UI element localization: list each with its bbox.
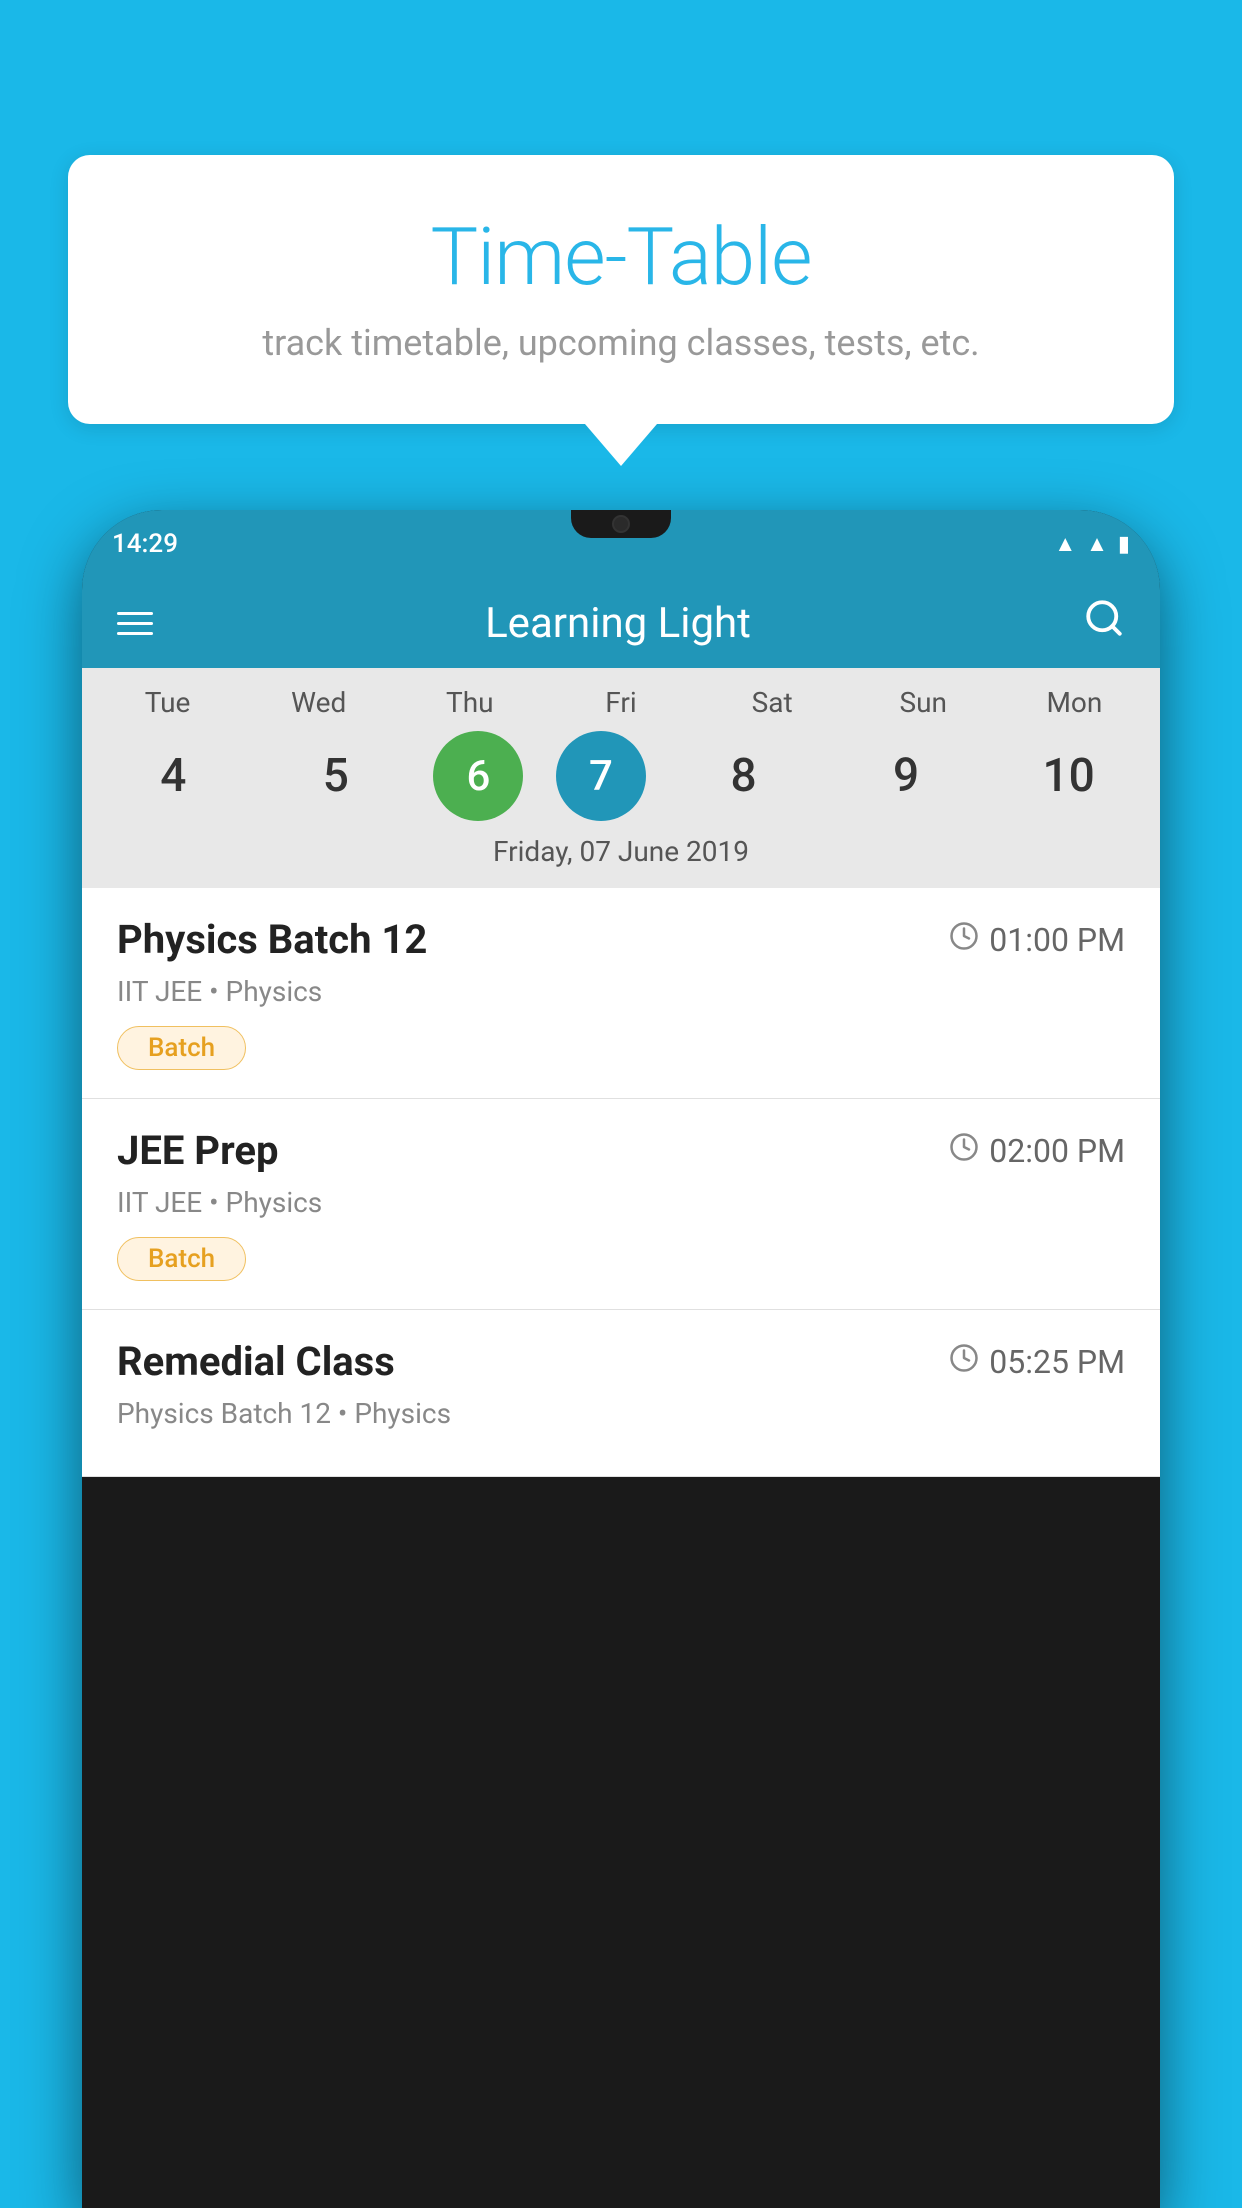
calendar-strip: Tue Wed Thu Fri Sat Sun Mon 4 5 6 7 8 9 … [82, 668, 1160, 888]
day-header-thu: Thu [405, 686, 535, 719]
batch-badge: Batch [117, 1026, 246, 1070]
selected-date-label: Friday, 07 June 2019 [82, 821, 1160, 876]
phone-frame: 14:29 Learning Light Tue Wed Thu [82, 510, 1160, 2208]
day-10[interactable]: 10 [1004, 731, 1134, 821]
speech-bubble-wrapper: Time-Table track timetable, upcoming cla… [68, 155, 1174, 466]
class-item-header: Physics Batch 12 01:00 PM [117, 916, 1125, 963]
class-item-remedial[interactable]: Remedial Class 05:25 PM Physics Batch 12… [82, 1310, 1160, 1477]
class-item-jee-prep[interactable]: JEE Prep 02:00 PM IIT JEE • Physics Batc… [82, 1099, 1160, 1310]
clock-icon [949, 921, 979, 959]
clock-icon-2 [949, 1132, 979, 1170]
hamburger-line-1 [117, 612, 153, 615]
class-list: Physics Batch 12 01:00 PM IIT JEE • Phys… [82, 888, 1160, 1477]
day-9[interactable]: 9 [841, 731, 971, 821]
class-item-header-2: JEE Prep 02:00 PM [117, 1127, 1125, 1174]
class-name: Physics Batch 12 [117, 916, 427, 963]
day-8[interactable]: 8 [679, 731, 809, 821]
class-name-2: JEE Prep [117, 1127, 278, 1174]
class-item-header-3: Remedial Class 05:25 PM [117, 1338, 1125, 1385]
day-4[interactable]: 4 [108, 731, 238, 821]
day-numbers: 4 5 6 7 8 9 10 [82, 731, 1160, 821]
day-header-tue: Tue [103, 686, 233, 719]
day-header-mon: Mon [1009, 686, 1139, 719]
day-header-sat: Sat [707, 686, 837, 719]
status-time: 14:29 [112, 529, 178, 559]
clock-icon-3 [949, 1343, 979, 1381]
day-headers: Tue Wed Thu Fri Sat Sun Mon [82, 686, 1160, 719]
notch [571, 510, 671, 538]
hamburger-line-2 [117, 622, 153, 625]
batch-badge-2: Batch [117, 1237, 246, 1281]
day-5[interactable]: 5 [271, 731, 401, 821]
speech-bubble-subtitle: track timetable, upcoming classes, tests… [128, 322, 1114, 364]
wifi-icon [1054, 531, 1076, 557]
time-label-2: 02:00 PM [989, 1132, 1125, 1170]
day-header-fri: Fri [556, 686, 686, 719]
camera-dot [612, 515, 630, 533]
search-icon[interactable] [1083, 597, 1125, 650]
class-item-physics-batch-12[interactable]: Physics Batch 12 01:00 PM IIT JEE • Phys… [82, 888, 1160, 1099]
class-time: 01:00 PM [949, 921, 1125, 959]
class-meta: IIT JEE • Physics [117, 975, 1125, 1008]
class-meta-3: Physics Batch 12 • Physics [117, 1397, 1125, 1430]
time-label: 01:00 PM [989, 921, 1125, 959]
class-meta-2: IIT JEE • Physics [117, 1186, 1125, 1219]
speech-bubble-title: Time-Table [128, 210, 1114, 304]
signal-icon [1086, 531, 1108, 557]
status-bar: 14:29 [82, 510, 1160, 578]
class-time-3: 05:25 PM [949, 1343, 1125, 1381]
day-header-sun: Sun [858, 686, 988, 719]
time-label-3: 05:25 PM [989, 1343, 1125, 1381]
day-7-selected[interactable]: 7 [556, 731, 646, 821]
class-time-2: 02:00 PM [949, 1132, 1125, 1170]
app-title: Learning Light [485, 599, 751, 648]
speech-bubble: Time-Table track timetable, upcoming cla… [68, 155, 1174, 424]
day-header-wed: Wed [254, 686, 384, 719]
speech-bubble-arrow [585, 424, 657, 466]
battery-icon [1118, 532, 1130, 557]
hamburger-menu-icon[interactable] [117, 612, 153, 635]
hamburger-line-3 [117, 632, 153, 635]
app-header: Learning Light [82, 578, 1160, 668]
status-icons [1054, 531, 1130, 557]
class-name-3: Remedial Class [117, 1338, 395, 1385]
day-6-today[interactable]: 6 [433, 731, 523, 821]
